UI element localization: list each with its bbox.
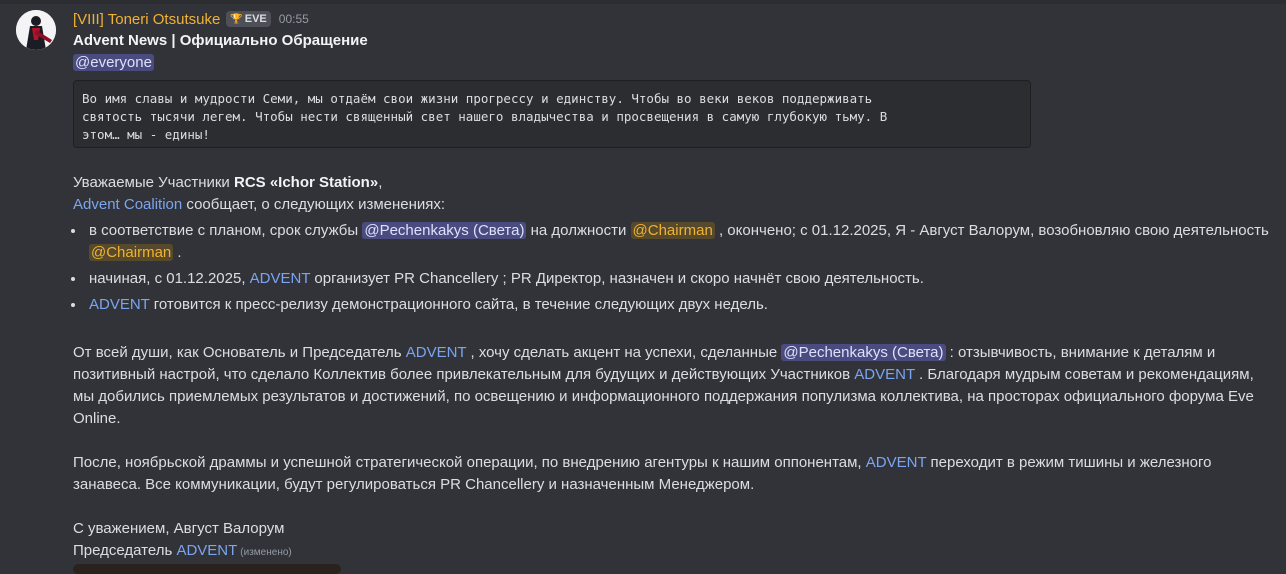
bullet-text: организует PR Chancellery ; PR Директор,… [310,270,924,287]
bullet-3: ADVENT готовится к пресс-релизу демонстр… [89,294,768,316]
server-tag[interactable]: 🏆 EVE [226,11,271,27]
para-text: . Благодаря мудрым советам и рекомендаци… [914,366,1254,383]
para1-line-3: мы добились приемлемых результатов и дос… [73,388,1254,405]
para1-line-1: От всей души, как Основатель и Председат… [73,342,1215,364]
bullet-text: начиная, с 01.12.2025, [89,270,250,287]
para-text: : отзывчивость, внимание к деталям и [945,344,1216,361]
code-line: этом… мы - едины! [82,127,210,142]
message-title: Advent News | Официально Обращение [73,32,368,49]
timestamp[interactable]: 00:55 [279,12,309,26]
para-text: От всей души, как Основатель и Председат… [73,344,406,361]
greeting-station: RCS «Ichor Station» [233,174,379,191]
bullet-2: начиная, с 01.12.2025, ADVENT организует… [89,268,924,290]
pechenkakys-mention[interactable]: @Pechenkakys (Света) [362,222,527,239]
para-text: , хочу сделать акцент на успехи, сделанн… [466,344,782,361]
para1-line-4: Online. [73,410,121,427]
signoff-line-2: Председатель ADVENT (изменено) [73,540,292,564]
bullet-text: в соответствие с планом, срок службы [89,222,363,239]
signoff-text: Председатель [73,542,177,559]
greeting-suffix: , [378,174,383,191]
bullet-text: на должности [526,222,631,239]
everyone-mention[interactable]: @everyone [73,54,154,71]
bullet-text: . [173,244,182,261]
para1-line-2: позитивный настрой, что сделало Коллекти… [73,364,1254,386]
message: [VIII] Toneri Otsutsuke 🏆 EVE 00:55 Adve… [0,0,1286,574]
code-line: святость тысячи легем. Чтобы нести свяще… [82,109,888,124]
bullet-1-line-1: в соответствие с планом, срок службы @Pe… [89,220,1269,242]
bullet-dot [71,303,75,307]
server-tag-label: EVE [244,13,267,25]
para2-line-1: После, ноябрьской драммы и успешной стра… [73,452,1211,474]
coalition-text: сообщает, о следующих изменениях: [182,196,446,213]
bullet-dot [71,277,75,281]
chairman-mention[interactable]: @Chairman [89,244,174,261]
chairman-mention[interactable]: @Chairman [630,222,715,239]
signoff-line-1: С уважением, Август Валорум [73,520,285,537]
pechenkakys-mention[interactable]: @Pechenkakys (Света) [781,344,946,361]
code-block: Во имя славы и мудрости Семи, мы отдаём … [73,80,1031,148]
para-text: позитивный настрой, что сделало Коллекти… [73,366,855,383]
message-header: [VIII] Toneri Otsutsuke 🏆 EVE 00:55 [73,9,309,29]
advent-link[interactable]: ADVENT [176,542,237,559]
advent-link[interactable]: ADVENT [250,270,311,287]
everyone-line: @everyone [73,52,154,74]
para-text: переходит в режим тишины и железного [926,454,1212,471]
advent-link[interactable]: ADVENT [89,296,150,313]
attachment-preview[interactable] [73,564,341,574]
avatar[interactable] [16,10,56,50]
bullet-text: готовится к пресс-релизу демонстрационно… [149,296,768,313]
advent-link[interactable]: ADVENT [854,366,915,383]
bullet-1-line-2: @Chairman . [89,242,182,264]
para-text: После, ноябрьской драммы и успешной стра… [73,454,866,471]
para2-line-2: занавеса. Все коммуникации, будут регули… [73,476,755,493]
author-name[interactable]: [VIII] Toneri Otsutsuke [73,11,220,28]
trophy-icon: 🏆 [230,13,243,25]
greeting-line: Уважаемые Участники RCS «Ichor Station», [73,172,382,194]
advent-link[interactable]: ADVENT [406,344,467,361]
bullet-text: , окончено; с 01.12.2025, Я - Август Вал… [714,222,1269,239]
edited-label[interactable]: (изменено) [240,547,291,558]
bullet-dot [71,229,75,233]
advent-link[interactable]: ADVENT [866,454,927,471]
avatar-image [16,10,56,50]
coalition-line: Advent Coalition сообщает, о следующих и… [73,194,445,216]
code-line: Во имя славы и мудрости Семи, мы отдаём … [82,91,873,106]
coalition-link[interactable]: Advent Coalition [73,196,182,213]
greeting-prefix: Уважаемые Участники [73,174,234,191]
